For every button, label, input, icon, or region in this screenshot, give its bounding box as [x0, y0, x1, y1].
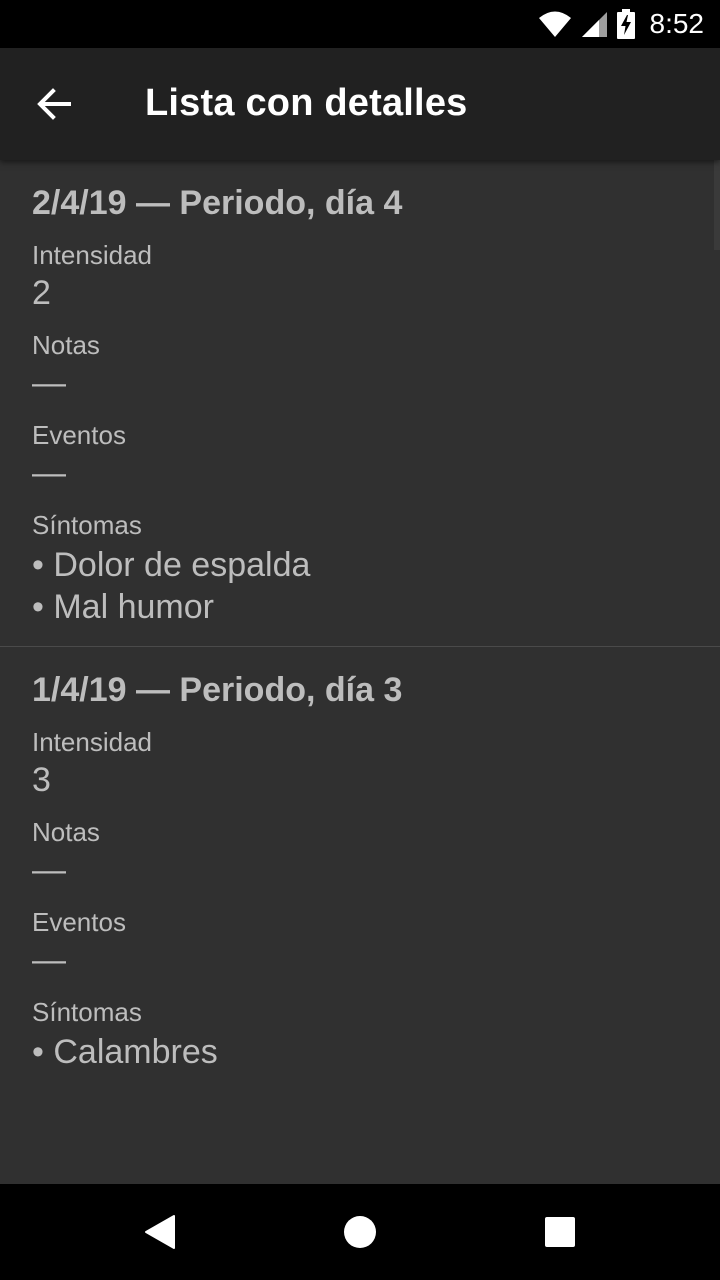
notes-label: Notas [32, 817, 100, 847]
intensity-field: Intensidad 2 [32, 238, 688, 314]
events-value: — [32, 941, 66, 979]
entry-title: 1/4/19 — Periodo, día 3 [32, 671, 403, 709]
events-value: — [32, 454, 66, 492]
symptoms-list: • Calambres [32, 1031, 688, 1073]
status-bar: 8:52 [0, 0, 720, 48]
symptoms-label: Síntomas [32, 510, 142, 540]
nav-back-button[interactable] [130, 1202, 190, 1262]
notes-field: Notas — [32, 328, 688, 404]
battery-charging-icon [616, 9, 635, 39]
intensity-label: Intensidad [32, 727, 152, 757]
notes-label: Notas [32, 330, 100, 360]
app-bar: Lista con detalles [0, 48, 720, 160]
events-label: Eventos [32, 907, 126, 937]
system-nav-bar [0, 1184, 720, 1280]
events-label: Eventos [32, 420, 126, 450]
intensity-label: Intensidad [32, 240, 152, 270]
intensity-value: 3 [32, 761, 51, 799]
nav-recents-button[interactable] [530, 1202, 590, 1262]
notes-value: — [32, 364, 66, 402]
status-time: 8:52 [649, 8, 705, 39]
symptoms-label: Síntomas [32, 997, 142, 1027]
intensity-value: 2 [32, 274, 51, 312]
symptom-item: • Dolor de espalda [32, 546, 311, 584]
back-triangle-icon [145, 1215, 175, 1249]
events-field: Eventos — [32, 905, 688, 981]
symptom-item: • Mal humor [32, 588, 214, 626]
intensity-field: Intensidad 3 [32, 725, 688, 801]
arrow-back-icon [37, 88, 71, 120]
recents-square-icon [545, 1217, 575, 1247]
list-item[interactable]: 1/4/19 — Periodo, día 3 Intensidad 3 Not… [0, 646, 720, 1091]
nav-home-button[interactable] [330, 1202, 390, 1262]
wifi-icon [538, 11, 571, 37]
symptoms-list: • Dolor de espalda • Mal humor [32, 544, 688, 628]
notes-field: Notas — [32, 815, 688, 891]
symptom-item: • Calambres [32, 1033, 218, 1071]
detail-list[interactable]: 2/4/19 — Periodo, día 4 Intensidad 2 Not… [0, 160, 720, 1184]
symptoms-field: Síntomas • Dolor de espalda • Mal humor [32, 508, 688, 628]
signal-icon [581, 12, 607, 37]
home-circle-icon [344, 1216, 376, 1248]
notes-value: — [32, 851, 66, 889]
events-field: Eventos — [32, 418, 688, 494]
list-item[interactable]: 2/4/19 — Periodo, día 4 Intensidad 2 Not… [0, 160, 720, 646]
back-button[interactable] [22, 72, 86, 136]
entry-title: 2/4/19 — Periodo, día 4 [32, 184, 403, 222]
page-title: Lista con detalles [145, 82, 468, 124]
status-icons: 8:52 [538, 0, 705, 48]
symptoms-field: Síntomas • Calambres [32, 995, 688, 1073]
